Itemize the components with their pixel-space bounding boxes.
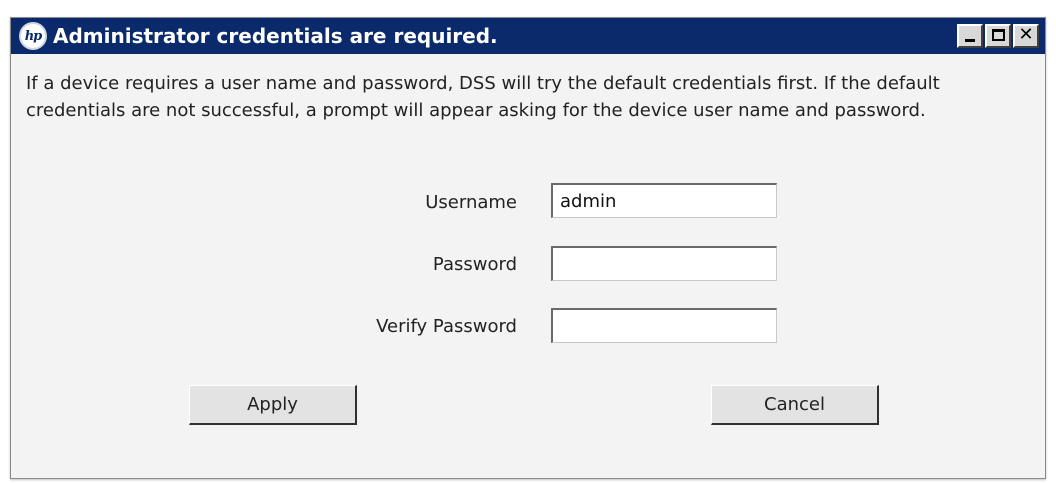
- minimize-icon: [965, 39, 975, 42]
- maximize-icon: [992, 29, 1005, 41]
- verify-password-label: Verify Password: [376, 316, 517, 337]
- minimize-button[interactable]: [957, 24, 983, 48]
- close-button[interactable]: ✕: [1013, 24, 1039, 48]
- apply-button[interactable]: Apply: [189, 385, 357, 425]
- hp-logo-icon: hp: [19, 22, 47, 50]
- password-field[interactable]: [551, 246, 777, 281]
- dialog-title: Administrator credentials are required.: [53, 24, 498, 48]
- maximize-button[interactable]: [985, 24, 1011, 48]
- username-label: Username: [425, 192, 517, 213]
- hp-logo-text: hp: [24, 28, 43, 44]
- title-bar[interactable]: hp Administrator credentials are require…: [11, 18, 1045, 54]
- window-controls: ✕: [957, 24, 1039, 48]
- password-label: Password: [432, 254, 517, 275]
- verify-password-field[interactable]: [551, 308, 777, 343]
- close-icon: ✕: [1018, 24, 1034, 45]
- cancel-button[interactable]: Cancel: [711, 385, 879, 425]
- credentials-dialog: hp Administrator credentials are require…: [10, 17, 1046, 479]
- info-message: If a device requires a user name and pas…: [26, 73, 940, 121]
- username-field[interactable]: [551, 183, 777, 218]
